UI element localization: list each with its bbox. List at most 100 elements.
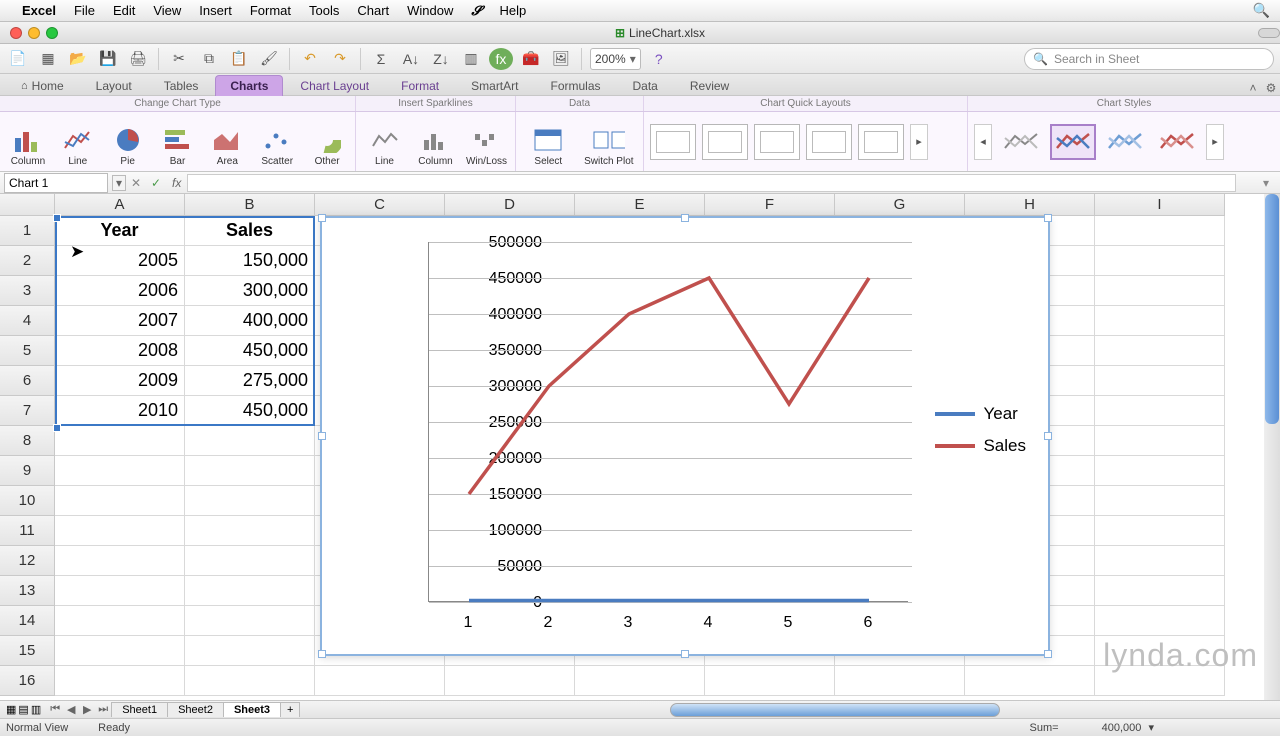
- tab-review[interactable]: Review: [675, 75, 744, 96]
- filter-button[interactable]: ▥: [459, 48, 483, 70]
- cell[interactable]: [1095, 276, 1225, 306]
- sheet-search-input[interactable]: 🔍 Search in Sheet: [1024, 48, 1274, 70]
- chart-styles-prev[interactable]: ◂: [974, 124, 992, 160]
- tab-format[interactable]: Format: [386, 75, 454, 96]
- col-header-H[interactable]: H: [965, 194, 1095, 216]
- undo-button[interactable]: ↶: [298, 48, 322, 70]
- menu-insert[interactable]: Insert: [199, 3, 232, 18]
- row-header[interactable]: 15: [0, 636, 55, 666]
- tab-smartart[interactable]: SmartArt: [456, 75, 533, 96]
- menu-view[interactable]: View: [153, 3, 181, 18]
- col-header-C[interactable]: C: [315, 194, 445, 216]
- cell[interactable]: 2006: [55, 276, 185, 306]
- sheet-nav-first[interactable]: ⏮: [47, 703, 63, 716]
- quick-layout-3[interactable]: [754, 124, 800, 160]
- cell[interactable]: [835, 666, 965, 696]
- selection-handle[interactable]: [53, 424, 61, 432]
- cell[interactable]: [1095, 546, 1225, 576]
- view-btn-2[interactable]: ▤: [18, 703, 28, 716]
- tab-data[interactable]: Data: [618, 75, 673, 96]
- row-header[interactable]: 10: [0, 486, 55, 516]
- cell[interactable]: [185, 576, 315, 606]
- cell[interactable]: [705, 666, 835, 696]
- fx-icon[interactable]: fx: [172, 176, 181, 190]
- cell[interactable]: 150,000: [185, 246, 315, 276]
- menu-tools[interactable]: Tools: [309, 3, 339, 18]
- chart-styles-next[interactable]: ▸: [1206, 124, 1224, 160]
- cut-button[interactable]: ✂: [167, 48, 191, 70]
- cell[interactable]: [55, 606, 185, 636]
- spotlight-icon[interactable]: 🔍: [1253, 2, 1270, 19]
- row-header[interactable]: 9: [0, 456, 55, 486]
- chart-legend[interactable]: Year Sales: [935, 392, 1026, 468]
- sparkline-winloss[interactable]: Win/Loss: [464, 111, 509, 167]
- sort-asc-button[interactable]: A↓: [399, 48, 423, 70]
- tab-layout[interactable]: Layout: [81, 75, 147, 96]
- select-data-button[interactable]: Select: [522, 111, 575, 167]
- cell[interactable]: [55, 486, 185, 516]
- selection-handle[interactable]: [53, 214, 61, 222]
- close-window-button[interactable]: [10, 27, 22, 39]
- row-header[interactable]: 12: [0, 546, 55, 576]
- cell[interactable]: 2009: [55, 366, 185, 396]
- zoom-selector[interactable]: 200%▾: [590, 48, 641, 70]
- row-header[interactable]: 5: [0, 336, 55, 366]
- cell[interactable]: [315, 666, 445, 696]
- cell[interactable]: [575, 666, 705, 696]
- cell[interactable]: [55, 516, 185, 546]
- cell[interactable]: [1095, 336, 1225, 366]
- chart-type-scatter[interactable]: Scatter: [255, 111, 299, 167]
- col-header-G[interactable]: G: [835, 194, 965, 216]
- ribbon-collapse-button[interactable]: ˄: [1244, 81, 1262, 95]
- cell[interactable]: [55, 546, 185, 576]
- view-btn-1[interactable]: ▦: [6, 703, 16, 716]
- cell[interactable]: [1095, 456, 1225, 486]
- autosum-button[interactable]: Σ: [369, 48, 393, 70]
- cell[interactable]: [55, 426, 185, 456]
- cell[interactable]: [445, 666, 575, 696]
- menu-script[interactable]: 𝓢: [471, 3, 481, 19]
- cell[interactable]: [185, 486, 315, 516]
- save-button[interactable]: 💾: [96, 48, 120, 70]
- chart-type-area[interactable]: Area: [205, 111, 249, 167]
- accept-formula-icon[interactable]: ✓: [146, 176, 166, 190]
- cell[interactable]: 2010: [55, 396, 185, 426]
- paste-button[interactable]: 📋: [227, 48, 251, 70]
- row-header[interactable]: 3: [0, 276, 55, 306]
- tab-home[interactable]: ⌂Home: [6, 75, 79, 96]
- quick-layout-more[interactable]: ▸: [910, 124, 928, 160]
- menu-help[interactable]: Help: [499, 3, 526, 18]
- format-painter-button[interactable]: 🖌: [257, 48, 281, 70]
- menu-edit[interactable]: Edit: [113, 3, 135, 18]
- cell[interactable]: [1095, 306, 1225, 336]
- toolbox-button[interactable]: 🧰: [519, 48, 543, 70]
- help-button[interactable]: ?: [647, 48, 671, 70]
- formula-expand[interactable]: ▾: [1256, 176, 1276, 190]
- print-button[interactable]: 🖨: [126, 48, 150, 70]
- cell[interactable]: [1095, 576, 1225, 606]
- cell[interactable]: [1095, 396, 1225, 426]
- chart-style-1[interactable]: [998, 124, 1044, 160]
- cell[interactable]: Sales: [185, 216, 315, 246]
- name-box[interactable]: Chart 1: [4, 173, 108, 193]
- row-header[interactable]: 1: [0, 216, 55, 246]
- view-btn-3[interactable]: ▥: [31, 703, 41, 716]
- cell[interactable]: [185, 546, 315, 576]
- scroll-thumb[interactable]: [1265, 194, 1279, 424]
- chart-type-column[interactable]: Column: [6, 111, 50, 167]
- cell[interactable]: [55, 456, 185, 486]
- chart-style-2[interactable]: [1050, 124, 1096, 160]
- col-header-B[interactable]: B: [185, 194, 315, 216]
- name-box-dropdown[interactable]: ▾: [112, 175, 126, 191]
- cell[interactable]: [1095, 246, 1225, 276]
- cell[interactable]: [185, 666, 315, 696]
- media-browser-button[interactable]: 🖼: [549, 48, 573, 70]
- sheet-tab-1[interactable]: Sheet1: [111, 702, 168, 717]
- col-header-D[interactable]: D: [445, 194, 575, 216]
- cell[interactable]: 400,000: [185, 306, 315, 336]
- col-header-F[interactable]: F: [705, 194, 835, 216]
- chart-type-other[interactable]: Other: [305, 111, 349, 167]
- cell[interactable]: 2008: [55, 336, 185, 366]
- cell[interactable]: 2007: [55, 306, 185, 336]
- row-header[interactable]: 8: [0, 426, 55, 456]
